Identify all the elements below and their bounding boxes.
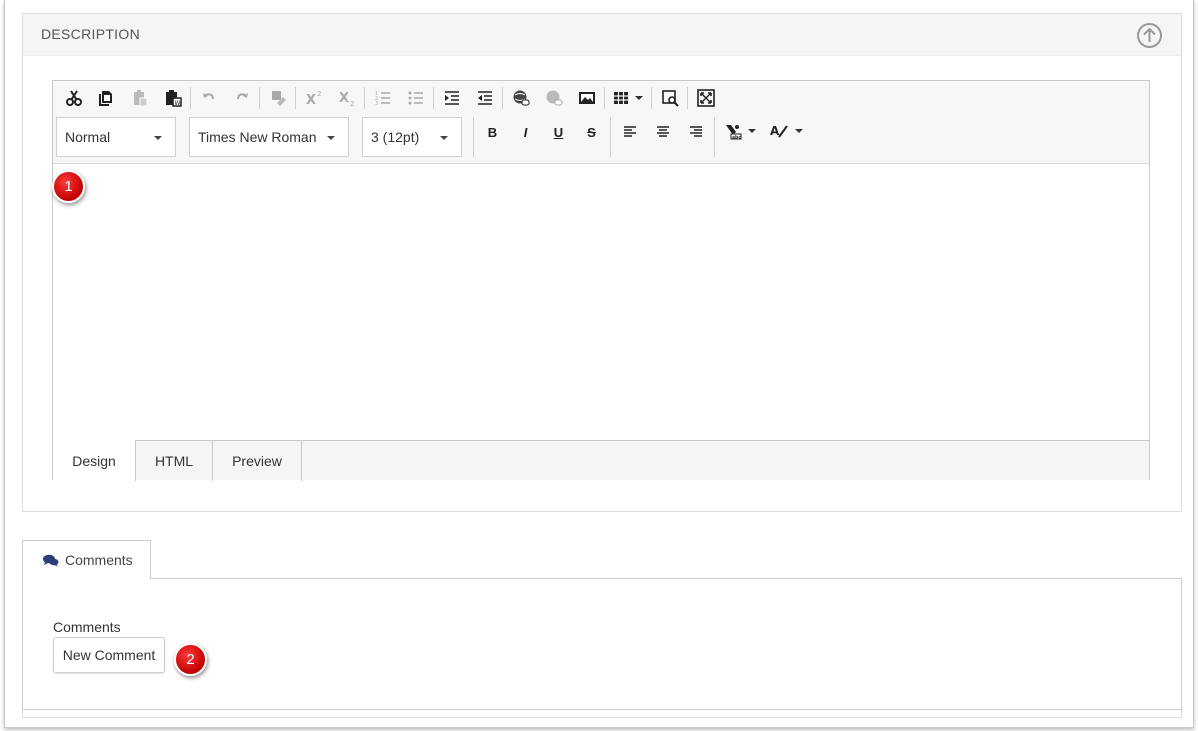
comments-section: Comments Comments New Comment (22, 540, 1182, 710)
svg-text:A: A (770, 124, 780, 138)
annotation-badge-2: 2 (174, 643, 207, 676)
indent-icon[interactable] (435, 86, 468, 110)
paragraph-style-value: Normal (65, 129, 111, 145)
panel-title: DESCRIPTION (41, 26, 140, 42)
panel-bottom-edge (22, 710, 1182, 718)
toolbar-separator (364, 87, 365, 109)
chevron-down-icon (440, 136, 448, 140)
svg-text:3: 3 (375, 101, 378, 106)
cut-icon[interactable] (57, 86, 90, 110)
subscript-icon[interactable]: X2 (330, 86, 363, 110)
tab-preview[interactable]: Preview (213, 441, 302, 481)
toolbar-separator (651, 87, 652, 109)
format-buttons: B I U S (476, 117, 608, 157)
alignment-buttons (613, 117, 712, 157)
ordered-list-icon[interactable]: 123 (366, 86, 399, 110)
undo-icon[interactable] (192, 86, 225, 110)
font-size-select[interactable]: 3 (12pt) (362, 117, 462, 157)
redo-icon[interactable] (225, 86, 258, 110)
underline-button[interactable]: U (542, 119, 575, 145)
align-right-icon[interactable] (679, 119, 712, 145)
new-comment-button[interactable]: New Comment (53, 637, 165, 673)
annotation-badge-1: 1 (52, 170, 85, 203)
svg-text:X: X (339, 91, 349, 106)
rich-text-editor: W X2 X2 123 Normal Times New Roman 3 (12… (52, 80, 1150, 481)
toolbar-row-1: W X2 X2 123 (57, 86, 722, 110)
insert-link-icon[interactable] (504, 86, 537, 110)
align-left-icon[interactable] (613, 119, 646, 145)
comments-icon (43, 554, 59, 567)
spellcheck-icon[interactable]: A (763, 118, 809, 144)
editor-content-area[interactable] (53, 164, 1149, 440)
misc-buttons: abc A (717, 117, 809, 157)
outdent-icon[interactable] (468, 86, 501, 110)
paste-icon[interactable] (123, 86, 156, 110)
bold-button[interactable]: B (476, 119, 509, 145)
toolbar-separator (295, 87, 296, 109)
toolbar-separator (502, 87, 503, 109)
superscript-icon[interactable]: X2 (297, 86, 330, 110)
comments-label: Comments (53, 619, 121, 635)
fullscreen-icon[interactable] (689, 86, 722, 110)
font-name-value: Times New Roman (198, 129, 317, 145)
editor-mode-tabs: Design HTML Preview (53, 440, 1149, 481)
svg-text:abc: abc (732, 135, 741, 141)
svg-text:W: W (174, 100, 180, 107)
copy-icon[interactable] (90, 86, 123, 110)
insert-image-icon[interactable] (570, 86, 603, 110)
toolbar-separator (714, 117, 715, 157)
strikethrough-button[interactable]: S (575, 119, 608, 145)
tab-design[interactable]: Design (53, 440, 136, 481)
toolbar-separator (473, 117, 474, 157)
chevron-down-icon (154, 136, 162, 140)
svg-text:2: 2 (350, 100, 354, 107)
toolbar-separator (190, 87, 191, 109)
chevron-down-icon (327, 136, 335, 140)
toolbar-separator (610, 117, 611, 157)
italic-button[interactable]: I (509, 119, 542, 145)
text-color-icon[interactable]: abc (717, 118, 763, 144)
svg-text:2: 2 (317, 90, 321, 98)
font-size-value: 3 (12pt) (371, 129, 420, 145)
tab-html[interactable]: HTML (136, 441, 213, 481)
comments-tab-label: Comments (65, 552, 133, 568)
find-icon[interactable] (653, 86, 686, 110)
svg-text:X: X (306, 93, 316, 107)
tab-comments[interactable]: Comments (22, 540, 151, 579)
insert-table-icon[interactable] (606, 86, 650, 110)
toolbar-separator (687, 87, 688, 109)
toolbar-separator (433, 87, 434, 109)
toolbar-separator (604, 87, 605, 109)
remove-link-icon[interactable] (537, 86, 570, 110)
format-stripper-icon[interactable] (261, 86, 294, 110)
align-center-icon[interactable] (646, 119, 679, 145)
unordered-list-icon[interactable] (399, 86, 432, 110)
arrow-up-circle-icon[interactable] (1137, 23, 1162, 48)
toolbar-row-2: Normal Times New Roman 3 (12pt) B I U S (56, 117, 809, 159)
toolbar-separator (259, 87, 260, 109)
description-panel-header: DESCRIPTION (23, 14, 1181, 56)
paste-from-word-icon[interactable]: W (156, 86, 189, 110)
font-name-select[interactable]: Times New Roman (189, 117, 349, 157)
paragraph-style-select[interactable]: Normal (56, 117, 176, 157)
editor-toolbar: W X2 X2 123 Normal Times New Roman 3 (12… (53, 81, 1149, 164)
section-divider (22, 511, 1182, 512)
